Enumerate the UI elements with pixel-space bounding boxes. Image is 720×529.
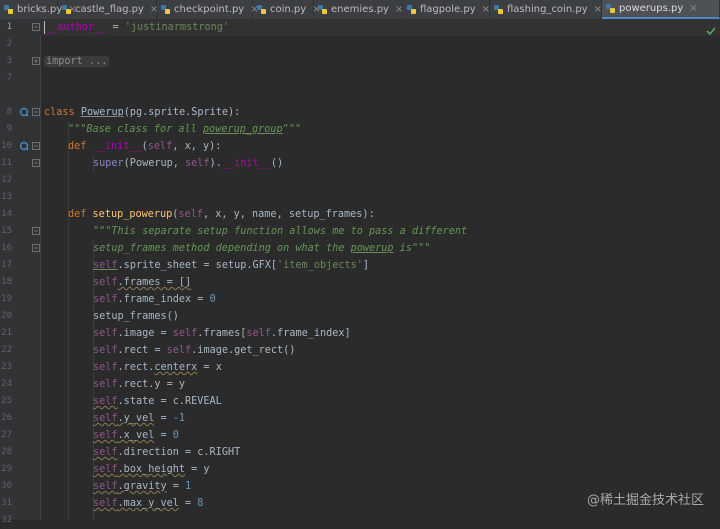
fold-icon[interactable] [32,155,40,172]
fold-icon[interactable] [32,138,40,155]
code-line: self.rect.y = y [93,379,186,390]
line-number: 25 [1,396,12,406]
line-number: 30 [1,481,12,491]
close-icon[interactable]: × [482,4,490,15]
tab-flagpole[interactable]: flagpole.py × [403,0,490,19]
fold-icon[interactable] [32,53,40,70]
python-file-icon [494,5,503,14]
override-marker-icon[interactable] [19,138,29,155]
tab-label: flagpole.py [420,4,476,15]
line-number: 19 [1,294,12,304]
tab-label: enemies.py [331,4,389,15]
fold-icon[interactable] [32,223,40,240]
line-number-gutter: 1 2 3 7 8 9 10 11 12 13 14 15 16 17 18 1… [0,19,41,525]
line-number: 26 [1,413,12,423]
code-line: def __init__(self, x, y): [68,141,222,152]
line-number: 32 [1,515,12,525]
editor-tab-bar: bricks.py × castle_flag.py × checkpoint.… [0,0,720,20]
code-line: self.sprite_sheet = setup.GFX['item_obje… [93,260,370,271]
tab-checkpoint[interactable]: checkpoint.py × [157,0,259,19]
line-number: 1 [6,22,12,32]
code-editor[interactable]: 1 2 3 7 8 9 10 11 12 13 14 15 16 17 18 1… [0,19,720,525]
line-number: 15 [1,226,12,236]
line-number: 10 [1,141,12,151]
close-icon[interactable]: × [594,4,602,15]
code-line: self.max_y_vel = 8 [93,498,204,509]
python-file-icon [407,5,416,14]
override-marker-icon[interactable] [19,104,29,121]
line-number: 24 [1,379,12,389]
code-line: self.gravity = 1 [93,481,192,492]
watermark: @稀土掘金技术社区 [586,493,704,508]
inspection-ok-icon[interactable] [706,26,716,36]
python-file-icon [62,5,71,14]
tab-coin[interactable]: coin.py × [253,0,321,19]
line-number: 3 [6,56,12,66]
line-number: 16 [1,243,12,253]
code-line: """This separate setup function allows m… [93,226,468,237]
code-line: self.rect = self.image.get_rect() [93,345,296,356]
line-number: 31 [1,498,12,508]
folded-imports[interactable]: import ... [44,56,110,67]
tab-label: bricks.py [17,4,63,15]
code-line: __author__ = 'justinarmstrong' [44,20,230,34]
code-area[interactable]: __author__ = 'justinarmstrong' import ..… [40,19,720,520]
tab-bricks[interactable]: bricks.py × [0,0,77,19]
code-line: self.box_height = y [93,464,210,475]
code-line: """Base class for all powerup_group""" [68,124,302,135]
line-number: 12 [1,175,12,185]
line-number: 18 [1,277,12,287]
code-line: self.frames = [] [93,277,192,288]
code-line: setup_frames() [93,311,179,322]
code-line: self.frame_index = 0 [93,294,216,305]
line-number: 14 [1,209,12,219]
line-number: 2 [6,39,12,49]
close-icon[interactable]: × [689,3,697,14]
line-number: 11 [1,158,12,168]
indent-guide [68,121,69,520]
code-line: def setup_powerup(self, x, y, name, setu… [68,209,375,220]
line-number: 20 [1,311,12,321]
code-line: self.x_vel = 0 [93,430,179,441]
tab-powerups[interactable]: powerups.py × [602,0,720,19]
code-line: self.image = self.frames[self.frame_inde… [93,328,351,339]
python-file-icon [318,5,327,14]
line-number: 27 [1,430,12,440]
tab-label: coin.py [270,4,307,15]
tab-label: checkpoint.py [174,4,245,15]
line-number: 8 [6,107,12,117]
fold-icon[interactable] [32,240,40,257]
line-number: 9 [6,124,12,134]
python-file-icon [4,5,13,14]
tab-castle-flag[interactable]: castle_flag.py × [58,0,158,19]
line-number: 28 [1,447,12,457]
tab-flashing-coin[interactable]: flashing_coin.py × [490,0,602,19]
tab-enemies[interactable]: enemies.py × [314,0,403,19]
tab-label: castle_flag.py [75,4,144,15]
python-file-icon [606,4,615,13]
line-number: 23 [1,362,12,372]
line-number: 13 [1,192,12,202]
code-line: self.direction = c.RIGHT [93,447,241,458]
line-number: 29 [1,464,12,474]
line-number: 21 [1,328,12,338]
code-line: self.rect.centerx = x [93,362,222,373]
fold-icon[interactable] [32,19,40,36]
line-number: 17 [1,260,12,270]
line-number: 22 [1,345,12,355]
python-file-icon [161,5,170,14]
tab-label: flashing_coin.py [507,4,588,15]
code-line: self.y_vel = -1 [93,413,186,424]
tab-label: powerups.py [619,3,684,14]
code-line: class Powerup(pg.sprite.Sprite): [44,107,241,118]
code-line: super(Powerup, self).__init__() [93,158,284,169]
code-line: setup_frames method depending on what th… [93,243,431,254]
line-number: 7 [6,73,12,83]
fold-icon[interactable] [32,104,40,121]
python-file-icon [257,5,266,14]
code-line: self.state = c.REVEAL [93,396,222,407]
code-line: import ... [44,53,110,70]
